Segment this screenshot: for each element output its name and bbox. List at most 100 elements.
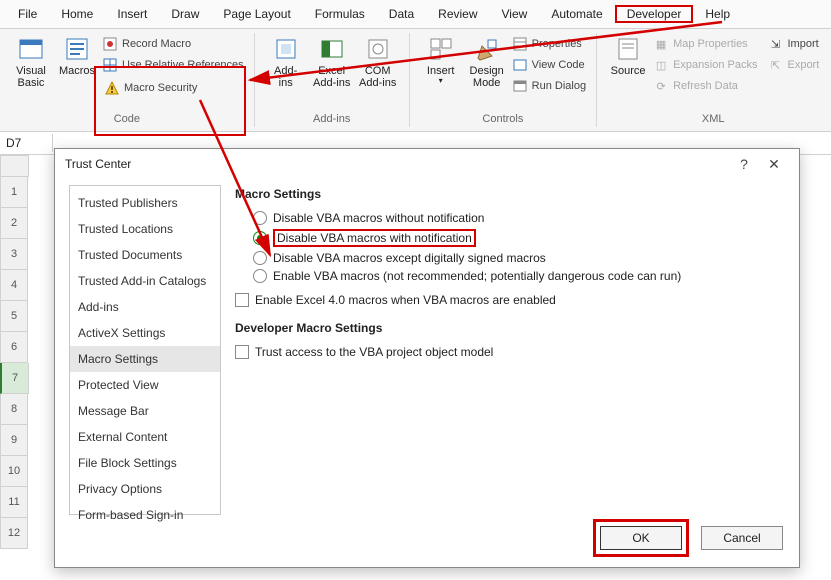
enable-excel4-checkbox[interactable]: Enable Excel 4.0 macros when VBA macros … bbox=[235, 293, 785, 307]
source-button[interactable]: Source bbox=[605, 33, 651, 77]
menu-developer[interactable]: Developer bbox=[615, 5, 694, 23]
category-trusted-add-in-catalogs[interactable]: Trusted Add-in Catalogs bbox=[70, 268, 220, 294]
excel-addins-button[interactable]: Excel Add-ins bbox=[309, 33, 355, 89]
category-privacy-options[interactable]: Privacy Options bbox=[70, 476, 220, 502]
row-header[interactable]: 5 bbox=[0, 301, 28, 332]
row-header[interactable]: 10 bbox=[0, 456, 28, 487]
record-icon bbox=[102, 36, 118, 52]
category-external-content[interactable]: External Content bbox=[70, 424, 220, 450]
addins-label: Add- ins bbox=[274, 65, 297, 89]
trust-vba-checkbox[interactable]: Trust access to the VBA project object m… bbox=[235, 345, 785, 359]
row-header[interactable]: 3 bbox=[0, 239, 28, 270]
category-activex-settings[interactable]: ActiveX Settings bbox=[70, 320, 220, 346]
row-header[interactable]: 11 bbox=[0, 487, 28, 518]
category-trusted-documents[interactable]: Trusted Documents bbox=[70, 242, 220, 268]
menu-home[interactable]: Home bbox=[49, 5, 105, 23]
visual-basic-button[interactable]: Visual Basic bbox=[8, 33, 54, 89]
cancel-button[interactable]: Cancel bbox=[701, 526, 783, 550]
properties-button[interactable]: Properties bbox=[510, 35, 588, 53]
checkbox-icon bbox=[235, 345, 249, 359]
category-file-block-settings[interactable]: File Block Settings bbox=[70, 450, 220, 476]
menu-review[interactable]: Review bbox=[426, 5, 489, 23]
macro-security-label: Macro Security bbox=[124, 82, 197, 94]
com-addins-button[interactable]: COM Add-ins bbox=[355, 33, 401, 89]
macro-settings-header: Macro Settings bbox=[235, 187, 785, 201]
checkbox-icon bbox=[235, 293, 249, 307]
radio-label: Disable VBA macros with notification bbox=[273, 229, 476, 247]
dialog-title: Trust Center bbox=[65, 157, 131, 171]
select-all-corner[interactable] bbox=[0, 155, 29, 177]
macros-icon bbox=[63, 35, 91, 63]
ok-button[interactable]: OK bbox=[600, 526, 682, 550]
group-label-controls: Controls bbox=[482, 113, 523, 127]
menu-formulas[interactable]: Formulas bbox=[303, 5, 377, 23]
help-button[interactable]: ? bbox=[729, 156, 759, 172]
row-header[interactable]: 7 bbox=[0, 363, 29, 394]
map-icon: ▦ bbox=[653, 36, 669, 52]
trust-vba-label: Trust access to the VBA project object m… bbox=[255, 345, 493, 359]
menu-page-layout[interactable]: Page Layout bbox=[211, 5, 302, 23]
visual-basic-label: Visual Basic bbox=[16, 65, 46, 89]
row-header[interactable]: 4 bbox=[0, 270, 28, 301]
enable-excel4-label: Enable Excel 4.0 macros when VBA macros … bbox=[255, 293, 556, 307]
refresh-data-label: Refresh Data bbox=[673, 80, 738, 92]
ribbon-group-xml: Source ▦Map Properties ◫Expansion Packs … bbox=[597, 33, 829, 127]
record-macro-button[interactable]: Record Macro bbox=[100, 35, 246, 53]
group-label-addins: Add-ins bbox=[313, 113, 350, 127]
menu-bar: FileHomeInsertDrawPage LayoutFormulasDat… bbox=[0, 0, 831, 29]
row-header[interactable]: 12 bbox=[0, 518, 28, 549]
trust-center-dialog: Trust Center ? ✕ Trusted PublishersTrust… bbox=[54, 148, 800, 568]
record-macro-label: Record Macro bbox=[122, 38, 191, 50]
menu-draw[interactable]: Draw bbox=[159, 5, 211, 23]
grid-icon bbox=[102, 57, 118, 73]
name-box[interactable]: D7 bbox=[0, 134, 53, 152]
row-header[interactable]: 6 bbox=[0, 332, 28, 363]
macro-radio-1[interactable]: Disable VBA macros with notification bbox=[253, 229, 785, 247]
excel-addins-icon bbox=[318, 35, 346, 63]
source-label: Source bbox=[611, 65, 646, 77]
category-list: Trusted PublishersTrusted LocationsTrust… bbox=[69, 185, 221, 515]
design-mode-button[interactable]: Design Mode bbox=[464, 33, 510, 89]
addins-button[interactable]: Add- ins bbox=[263, 33, 309, 89]
import-icon: ⇲ bbox=[767, 36, 783, 52]
row-header[interactable]: 9 bbox=[0, 425, 28, 456]
menu-help[interactable]: Help bbox=[693, 5, 742, 23]
category-macro-settings[interactable]: Macro Settings bbox=[70, 346, 220, 372]
properties-label: Properties bbox=[532, 38, 582, 50]
row-header[interactable]: 2 bbox=[0, 208, 28, 239]
import-button[interactable]: ⇲ Import bbox=[765, 35, 821, 53]
row-header[interactable]: 8 bbox=[0, 394, 28, 425]
macro-security-button[interactable]: Macro Security bbox=[100, 77, 246, 99]
macro-radio-0[interactable]: Disable VBA macros without notification bbox=[253, 211, 785, 225]
ribbon: Visual Basic Macros Record Macro Use Rel… bbox=[0, 29, 831, 132]
macro-radio-2[interactable]: Disable VBA macros except digitally sign… bbox=[253, 251, 785, 265]
category-add-ins[interactable]: Add-ins bbox=[70, 294, 220, 320]
close-button[interactable]: ✕ bbox=[759, 156, 789, 173]
category-trusted-publishers[interactable]: Trusted Publishers bbox=[70, 190, 220, 216]
export-label: Export bbox=[787, 59, 819, 71]
radio-label: Disable VBA macros except digitally sign… bbox=[273, 251, 546, 265]
view-code-button[interactable]: View Code bbox=[510, 56, 588, 74]
category-form-based-sign-in[interactable]: Form-based Sign-in bbox=[70, 502, 220, 528]
menu-view[interactable]: View bbox=[490, 5, 540, 23]
run-dialog-button[interactable]: Run Dialog bbox=[510, 77, 588, 95]
import-label: Import bbox=[787, 38, 818, 50]
insert-control-button[interactable]: Insert▾ bbox=[418, 33, 464, 86]
expansion-icon: ◫ bbox=[653, 57, 669, 73]
macros-button[interactable]: Macros bbox=[54, 33, 100, 77]
menu-automate[interactable]: Automate bbox=[539, 5, 614, 23]
macro-radio-3[interactable]: Enable VBA macros (not recommended; pote… bbox=[253, 269, 785, 283]
group-label-code: Code bbox=[114, 113, 140, 127]
radio-label: Disable VBA macros without notification bbox=[273, 211, 484, 225]
category-trusted-locations[interactable]: Trusted Locations bbox=[70, 216, 220, 242]
menu-file[interactable]: File bbox=[6, 5, 49, 23]
settings-panel: Macro Settings Disable VBA macros withou… bbox=[221, 185, 785, 515]
radio-icon bbox=[253, 231, 267, 245]
row-header[interactable]: 1 bbox=[0, 177, 28, 208]
code-icon bbox=[512, 57, 528, 73]
menu-data[interactable]: Data bbox=[377, 5, 426, 23]
relative-refs-button[interactable]: Use Relative References bbox=[100, 56, 246, 74]
category-protected-view[interactable]: Protected View bbox=[70, 372, 220, 398]
menu-insert[interactable]: Insert bbox=[105, 5, 159, 23]
category-message-bar[interactable]: Message Bar bbox=[70, 398, 220, 424]
